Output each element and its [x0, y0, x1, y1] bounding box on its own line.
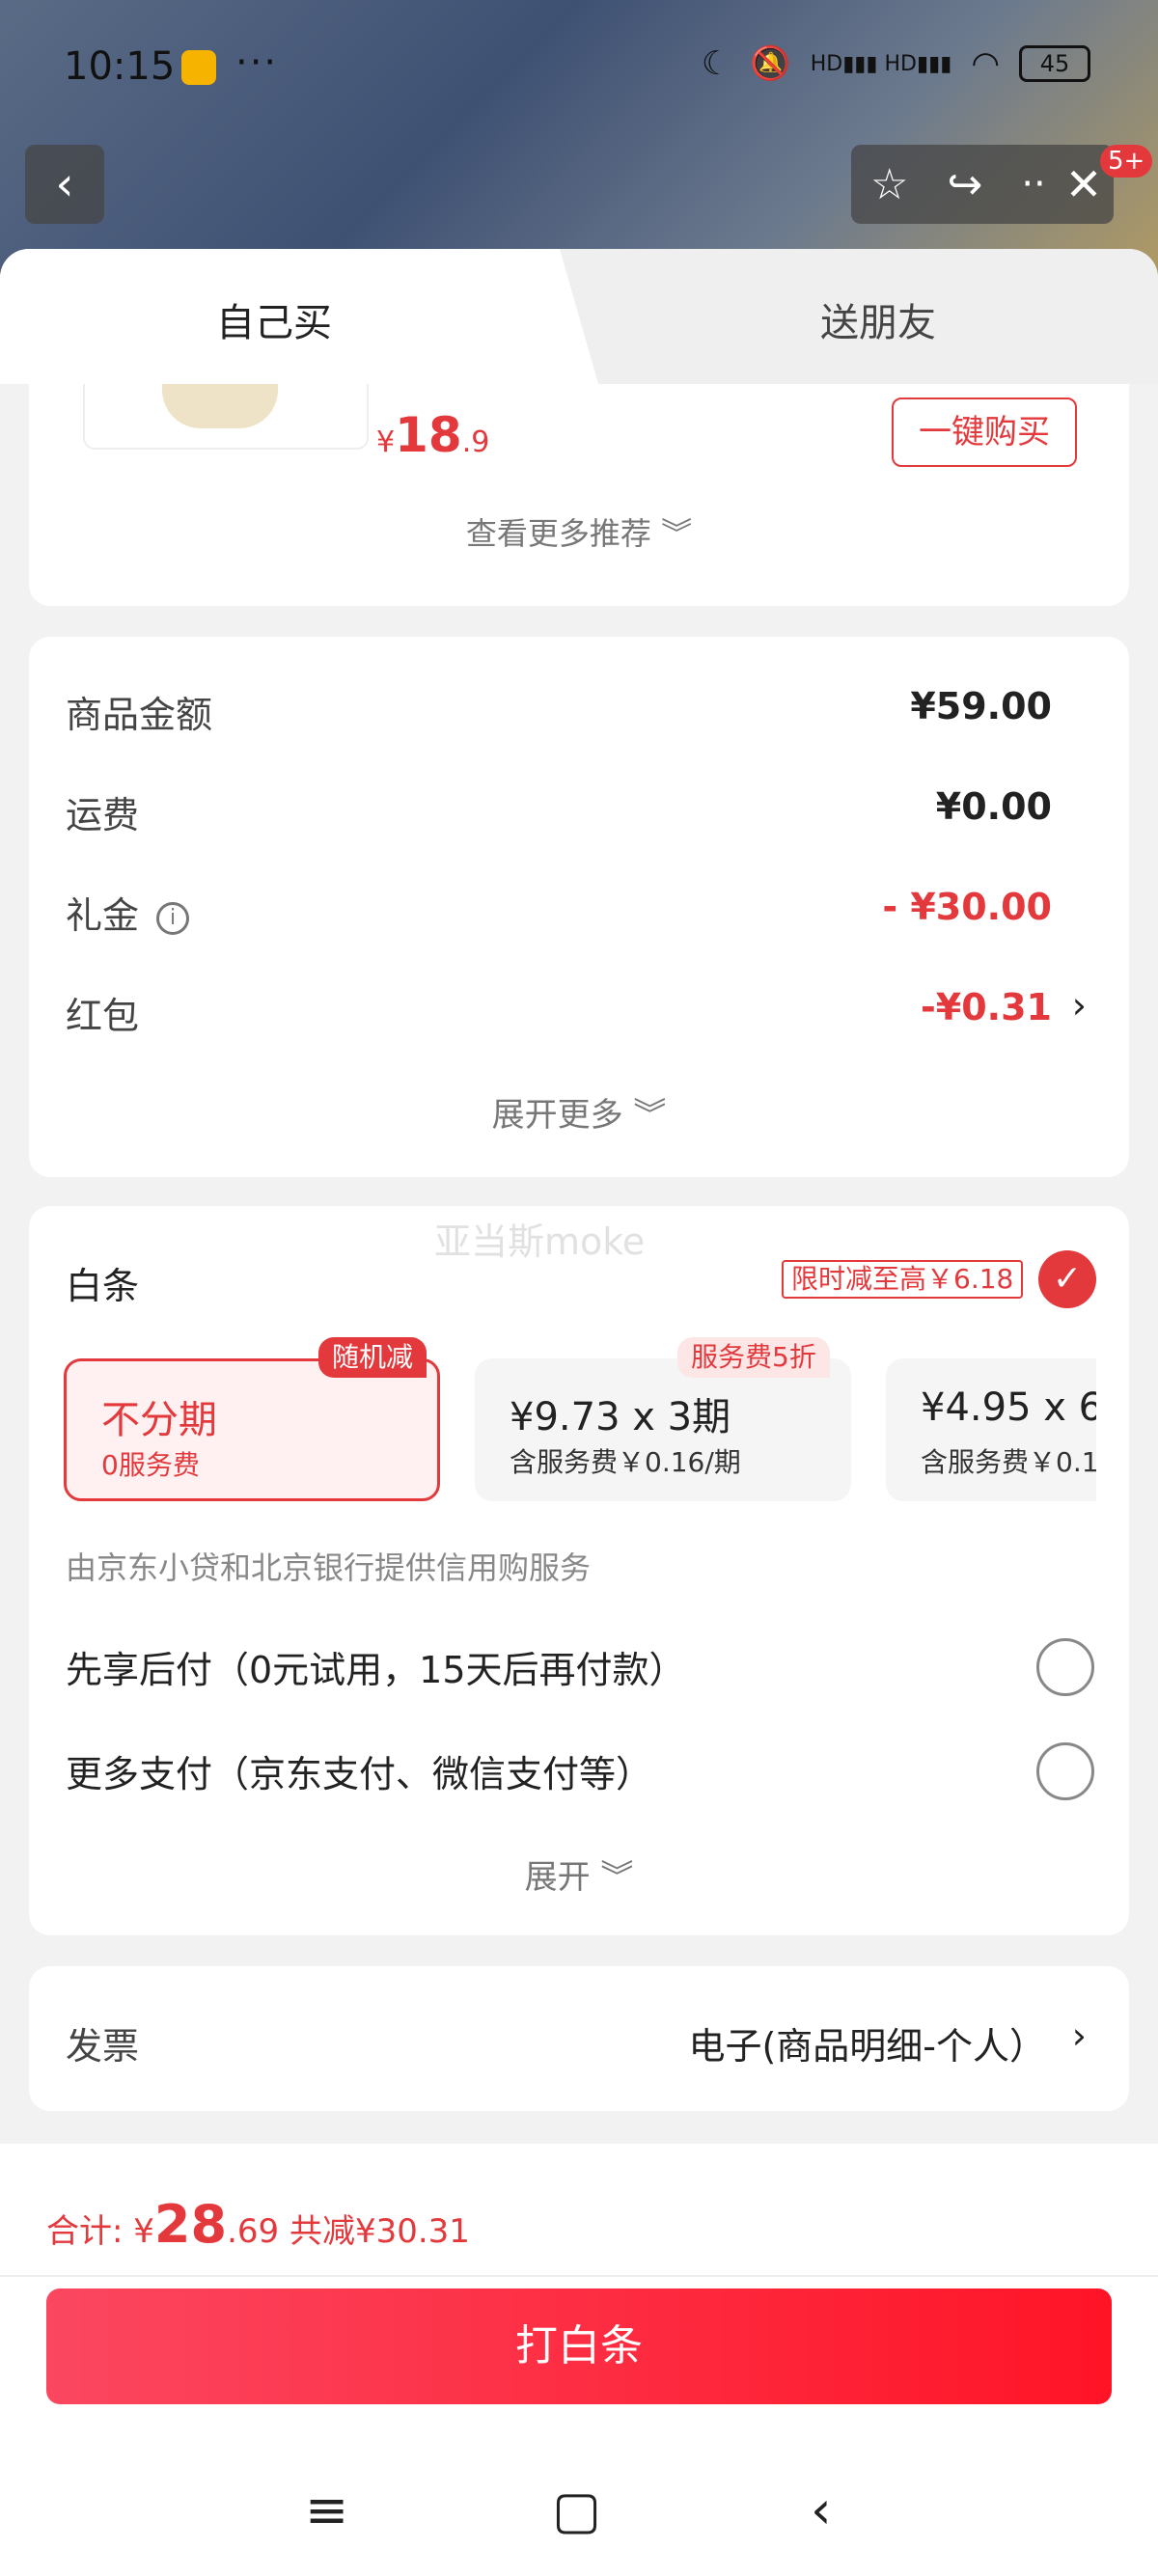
row-label: 礼金 i	[66, 886, 190, 939]
pay-later-option[interactable]: 先享后付（0元试用，15天后再付款）	[66, 1640, 686, 1693]
row-value: - ¥30.00	[882, 886, 1052, 928]
recommend-card: ¥18.9 一键购买 查看更多推荐 ︾	[29, 384, 1129, 606]
status-bar: 10:15 ··· ☾ 🔕 HD▮▮▮ HD▮▮▮ ◠ 45	[0, 0, 1158, 135]
total-label: 合计:	[46, 2212, 134, 2251]
more-icon[interactable]: ··	[1021, 162, 1045, 206]
row-gift-money: 礼金 i - ¥30.00	[66, 886, 1052, 944]
total-saved: 共减¥30.31	[279, 2212, 470, 2251]
invoice-card[interactable]: 发票 电子(商品明细-个人） ›	[29, 1966, 1129, 2111]
back-button[interactable]: ‹	[25, 145, 104, 224]
back-icon: ‹	[55, 157, 74, 211]
message-badge: 5+	[1100, 145, 1153, 178]
plan-no-installment[interactable]: 不分期 0服务费	[64, 1358, 440, 1501]
row-value: ¥0.00	[935, 785, 1052, 828]
total-line: 合计: ¥28.69 共减¥30.31	[46, 2194, 470, 2255]
row-label: 运费	[66, 794, 140, 836]
more-payment-radio[interactable]	[1036, 1742, 1094, 1800]
tab-bar: 自己买 送朋友	[0, 249, 1158, 384]
close-icon[interactable]: ✕	[1065, 158, 1103, 210]
provider-note: 由京东小贷和北京银行提供信用购服务	[66, 1549, 592, 1586]
plan-3-periods[interactable]: ¥9.73 x 3期 含服务费￥0.16/期	[475, 1358, 851, 1501]
moon-icon: ☾	[701, 44, 731, 83]
watermark: 亚当斯moke	[434, 1220, 646, 1263]
promo-tag: 限时减至高￥6.18	[782, 1260, 1024, 1299]
price-dec: .9	[461, 425, 490, 459]
tab-label: 自己买	[216, 301, 332, 345]
header-actions: ☆ ↪ ·· ✕	[851, 145, 1114, 224]
pay-later-radio[interactable]	[1036, 1638, 1094, 1696]
plan-tag-discount: 服务费5折	[677, 1337, 830, 1378]
more-recommend-link[interactable]: 查看更多推荐 ︾	[29, 509, 1129, 554]
wifi-icon: ◠	[971, 44, 1000, 83]
plan-sub: 0服务费	[101, 1449, 200, 1481]
more-notifications-icon: ···	[235, 41, 279, 85]
info-icon[interactable]: i	[156, 901, 190, 935]
tab-buy-self[interactable]: 自己买	[0, 249, 598, 384]
status-time: 10:15	[64, 44, 176, 89]
expand-link[interactable]: 展开 ︾	[29, 1850, 1129, 1898]
plan-sub: 含服务费￥0.16/期	[510, 1446, 741, 1478]
chevron-right-icon: ›	[1071, 2014, 1087, 2057]
system-icons: ☾ 🔕 HD▮▮▮ HD▮▮▮ ◠ 45	[702, 44, 1090, 83]
baitiao-card: 亚当斯moke 白条 限时减至高￥6.18 ✓ 不分期 0服务费 ¥9.73 x…	[29, 1206, 1129, 1935]
note-icon	[181, 50, 216, 85]
plan-sub: 含服务费￥0.1	[921, 1446, 1096, 1478]
plan-main: 不分期	[101, 1398, 217, 1442]
plan-main: ¥9.73 x 3期	[510, 1395, 731, 1439]
total-int: 28	[153, 2194, 228, 2255]
row-label: 红包	[66, 995, 140, 1037]
one-click-buy-button[interactable]: 一键购买	[892, 397, 1077, 467]
baitiao-title: 白条	[66, 1265, 140, 1307]
chevron-right-icon[interactable]: ›	[1072, 984, 1087, 1027]
product-thumbnail[interactable]	[83, 384, 369, 450]
mute-icon: 🔕	[750, 44, 791, 83]
total-dec: .69	[227, 2212, 280, 2251]
star-icon[interactable]: ☆	[870, 160, 908, 209]
row-goods-amount: 商品金额 ¥59.00	[66, 685, 1052, 743]
menu-icon[interactable]: ≡	[305, 2480, 348, 2540]
row-value: -¥0.31	[921, 986, 1052, 1028]
row-label-text: 礼金	[66, 894, 140, 937]
price-summary-card: 商品金额 ¥59.00 运费 ¥0.00 礼金 i - ¥30.00 红包 -¥0…	[29, 637, 1129, 1177]
invoice-label: 发票	[66, 2025, 140, 2068]
expand-more-link[interactable]: 展开更多 ︾	[29, 1088, 1129, 1136]
tab-send-friend[interactable]: 送朋友	[820, 291, 936, 347]
share-icon[interactable]: ↪	[947, 160, 982, 209]
row-label: 商品金额	[66, 694, 213, 736]
price-symbol: ¥	[376, 425, 396, 459]
battery-icon: 45	[1019, 45, 1090, 82]
invoice-value: 电子(商品明细-个人）	[688, 2025, 1046, 2068]
system-nav-bar: ≡ ▢ ‹	[0, 2460, 1158, 2576]
plan-6-periods[interactable]: ¥4.95 x 6 含服务费￥0.1	[886, 1358, 1096, 1501]
row-shipping: 运费 ¥0.00	[66, 785, 1052, 843]
more-payment-option[interactable]: 更多支付（京东支付、微信支付等）	[66, 1744, 652, 1797]
plan-tag-random: 随机减	[318, 1337, 427, 1378]
plan-main: ¥4.95 x 6	[921, 1385, 1096, 1430]
back-nav-icon[interactable]: ‹	[811, 2480, 832, 2540]
installment-plans: 不分期 0服务费 ¥9.73 x 3期 含服务费￥0.16/期 ¥4.95 x …	[64, 1358, 1096, 1503]
total-symbol: ¥	[133, 2212, 154, 2251]
check-icon[interactable]: ✓	[1038, 1250, 1096, 1308]
pay-baitiao-button[interactable]: 打白条	[46, 2288, 1112, 2404]
price-int: 18	[395, 407, 462, 463]
divider	[0, 2275, 1158, 2277]
recommend-price: ¥18.9	[376, 407, 489, 463]
bottom-bar: 合计: ¥28.69 共减¥30.31 打白条 ≡ ▢ ‹	[0, 2144, 1158, 2576]
signal-icon: HD▮▮▮ HD▮▮▮	[810, 51, 952, 76]
row-value: ¥59.00	[910, 685, 1052, 727]
home-icon[interactable]: ▢	[552, 2480, 601, 2540]
row-red-packet[interactable]: 红包 -¥0.31	[66, 986, 1052, 1044]
